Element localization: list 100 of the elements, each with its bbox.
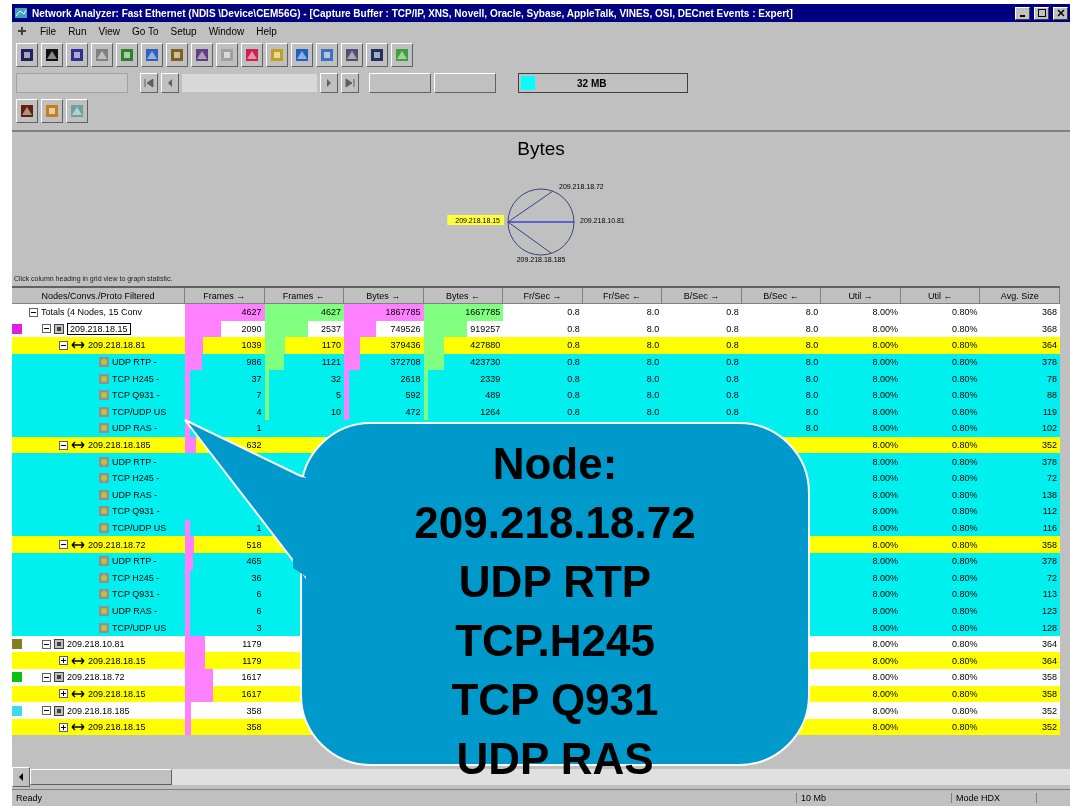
status-speed: 10 Mb xyxy=(797,793,952,803)
table-cell: 32 xyxy=(331,373,342,384)
table-cell: 37 xyxy=(251,373,262,384)
callout-line: Node: xyxy=(492,438,618,490)
table-cell: 6 xyxy=(256,606,262,616)
table-cell: 378 xyxy=(1041,456,1057,467)
table-cell: 423730 xyxy=(470,357,501,368)
table-cell: 0.8 xyxy=(567,357,580,368)
table-cell: 128 xyxy=(1041,622,1057,633)
table-cell: 0.8 xyxy=(726,406,739,417)
table-cell: 0.8 xyxy=(726,390,739,401)
table-cell: 72 xyxy=(1047,572,1057,583)
table-cell: 0.80% xyxy=(951,606,978,616)
table-cell: 8.0 xyxy=(646,373,660,384)
table-cell: 0.8 xyxy=(567,340,580,351)
table-cell: 0.80% xyxy=(951,357,978,368)
status-mode: Mode HDX xyxy=(952,793,1037,803)
table-cell: 8.00% xyxy=(872,556,898,567)
table-cell: 8.0 xyxy=(646,357,660,368)
table-cell: 378 xyxy=(1041,556,1057,567)
table-cell: 138 xyxy=(1041,489,1057,500)
table-cell: 8.0 xyxy=(646,323,660,334)
table-cell: 0.80% xyxy=(951,406,978,417)
table-cell: 0.80% xyxy=(951,655,978,666)
table-cell: 0.80% xyxy=(951,489,978,500)
table-cell: 749526 xyxy=(390,323,421,334)
table-cell: 364 xyxy=(1041,655,1057,666)
table-cell: 0.80% xyxy=(951,572,978,583)
table-cell: 0.8 xyxy=(726,357,739,368)
table-cell: 78 xyxy=(1047,373,1057,384)
table-cell: 2618 xyxy=(400,373,421,384)
table-cell: 8.0 xyxy=(805,323,819,334)
table-cell: 8.00% xyxy=(872,456,898,467)
table-cell: 0.80% xyxy=(951,722,978,733)
table-cell: 8.00% xyxy=(872,589,898,600)
table-cell: 364 xyxy=(1041,639,1057,650)
table-cell: 378 xyxy=(1041,357,1057,368)
table-cell: 358 xyxy=(1041,688,1057,699)
table-cell: 919257 xyxy=(470,323,501,334)
table-cell: 352 xyxy=(1041,705,1057,716)
table-cell: 4 xyxy=(256,406,262,417)
table-cell: 8.00% xyxy=(872,523,898,533)
table-cell: 1617 xyxy=(241,672,262,683)
table-cell: 8.0 xyxy=(805,373,819,384)
table-cell: 4627 xyxy=(241,307,262,318)
table-cell: 0.80% xyxy=(951,639,978,650)
table-cell: 6 xyxy=(256,589,262,600)
table-cell: 0.8 xyxy=(567,373,580,384)
table-cell: 8.00% xyxy=(872,506,898,517)
table-cell: 0.80% xyxy=(951,622,978,633)
table-cell: 4627 xyxy=(321,307,342,318)
table-cell: 352 xyxy=(1041,440,1057,451)
table-cell: 2090 xyxy=(241,323,262,334)
table-cell: 1867785 xyxy=(385,307,421,318)
table-cell: 113 xyxy=(1042,589,1057,600)
table-cell: 0.80% xyxy=(951,688,978,699)
table-cell: 8.00% xyxy=(872,639,898,650)
graph-title: Bytes xyxy=(517,138,565,160)
table-cell: 472 xyxy=(405,406,421,417)
table-cell: 8.00% xyxy=(872,705,898,716)
table-cell: 8.00% xyxy=(872,406,898,417)
window-title: Network Analyzer: Fast Ethernet (NDIS \Device\CEM56G) - [Capture Buffer : TCP/IP, XNS, Novell, Oracle, Sybase, AppleTalk, VINES, OSI, DECnet Events : Expert] xyxy=(32,7,794,19)
table-cell: 8.0 xyxy=(805,390,819,401)
table-cell: 1667785 xyxy=(465,307,501,318)
table-cell: 8.00% xyxy=(872,440,898,451)
table-cell: 8.00% xyxy=(872,423,898,434)
table-cell: 465 xyxy=(246,556,262,567)
table-cell: 0.8 xyxy=(726,340,739,351)
table-cell: 8.00% xyxy=(872,323,898,334)
table-cell: 352 xyxy=(1041,722,1057,733)
table-cell: 358 xyxy=(1041,672,1057,683)
table-cell: 36 xyxy=(251,572,262,583)
table-cell: 368 xyxy=(1041,307,1057,318)
table-cell: 986 xyxy=(246,357,262,368)
table-cell: 7 xyxy=(256,390,262,401)
table-cell: 8.0 xyxy=(646,390,660,401)
table-cell: 8.00% xyxy=(872,606,898,616)
table-cell: 0.80% xyxy=(951,423,978,434)
table-cell: 592 xyxy=(405,390,421,401)
table-cell: 8.0 xyxy=(805,340,819,351)
table-cell: 427880 xyxy=(470,340,501,351)
table-cell: 102 xyxy=(1041,423,1057,434)
table-cell: 8.0 xyxy=(805,406,819,417)
table-cell: 379436 xyxy=(390,340,421,351)
table-cell: 0.80% xyxy=(951,473,978,484)
table-cell: 489 xyxy=(485,390,501,401)
table-cell: 0.8 xyxy=(567,390,580,401)
table-cell: 0.80% xyxy=(951,440,978,451)
buffer-meter: 32 MB xyxy=(518,73,688,93)
table-cell: 0.8 xyxy=(567,323,580,334)
table-cell: 8.00% xyxy=(872,473,898,484)
table-cell: 1 xyxy=(256,423,262,434)
table-cell: 0.80% xyxy=(951,456,978,467)
table-cell: 358 xyxy=(1041,539,1057,550)
table-cell: 8.0 xyxy=(805,357,819,368)
table-cell: 8.00% xyxy=(872,572,898,583)
table-cell: 0.80% xyxy=(951,589,978,600)
table-cell: 8.00% xyxy=(872,390,898,401)
table-cell: 0.8 xyxy=(567,406,580,417)
table-cell: 2537 xyxy=(321,323,342,334)
